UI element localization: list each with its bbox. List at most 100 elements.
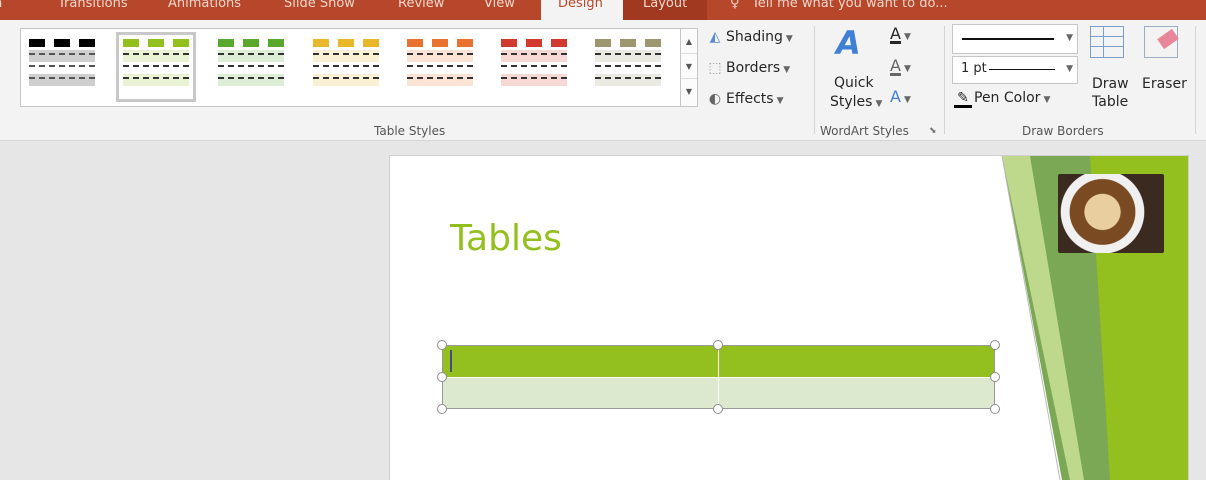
table-style-swatch[interactable] [501, 39, 567, 95]
swatch-row-line [218, 65, 284, 67]
resize-handle[interactable] [437, 372, 447, 382]
table-style-swatch[interactable] [29, 39, 95, 95]
paint-bucket-icon: ◭ [709, 29, 721, 45]
gallery-more-icon[interactable]: ▼ [681, 79, 697, 104]
tab-layout-label: Layout [643, 0, 688, 11]
gallery-scrollbar[interactable]: ▲ ▼ ▼ [680, 28, 698, 107]
tab-view[interactable]: View [484, 0, 515, 11]
swatch-band [123, 50, 189, 62]
swatch-band [123, 74, 189, 86]
swatch-row-line [123, 77, 189, 79]
chevron-down-icon: ▼ [903, 32, 911, 42]
swatch-row-line [123, 53, 189, 55]
draw-borders-group-label: Draw Borders [1022, 124, 1104, 138]
borders-label: Borders [726, 60, 781, 76]
gallery-scroll-up-icon[interactable]: ▲ [681, 29, 697, 54]
swatch-header-row [595, 39, 661, 47]
tab-animations[interactable]: Animations [168, 0, 241, 11]
tab-review[interactable]: Review [398, 0, 444, 11]
tab-transitions[interactable]: Transitions [58, 0, 128, 11]
resize-handle[interactable] [713, 340, 723, 350]
resize-handle[interactable] [990, 404, 1000, 414]
tab-layout[interactable]: Layout [623, 0, 707, 20]
resize-handle[interactable] [990, 340, 1000, 350]
swatch-band [595, 62, 661, 74]
quick-styles-button[interactable]: A Quick Styles ▼ [828, 24, 882, 118]
swatch-band [123, 62, 189, 74]
ribbon-tab-strip: n Transitions Animations Slide Show Revi… [0, 0, 1206, 20]
resize-handle[interactable] [437, 340, 447, 350]
table-style-swatch[interactable] [116, 32, 196, 102]
borders-icon: ⬚ [708, 60, 722, 76]
resize-handle[interactable] [713, 404, 723, 414]
swatch-header-row [218, 39, 284, 47]
table-selection-frame [442, 345, 995, 409]
swatch-row-line [407, 77, 473, 79]
chevron-down-icon: ▼ [785, 34, 793, 44]
swatch-header-row [407, 39, 473, 47]
dialog-launcher-icon[interactable]: ⬊ [929, 126, 937, 136]
draw-table-button[interactable]: Draw Table [1084, 26, 1134, 118]
swatch-band [407, 74, 473, 86]
shading-button[interactable]: ◭ Shading ▼ [706, 29, 793, 45]
table-style-swatch[interactable] [313, 39, 379, 95]
swatch-row-line [595, 77, 661, 79]
tab-slide-show[interactable]: Slide Show [284, 0, 355, 11]
coffee-cup-picture[interactable] [1058, 174, 1164, 253]
table-style-swatch[interactable] [595, 39, 661, 95]
swatch-row-line [595, 53, 661, 55]
group-divider [944, 26, 945, 134]
group-divider [814, 26, 815, 134]
swatch-band [29, 62, 95, 74]
swatch-band [595, 74, 661, 86]
eraser-button[interactable]: Eraser [1138, 26, 1188, 118]
pen-color-button[interactable]: ✎ Pen Color ▼ [954, 90, 1050, 108]
swatch-row-line [407, 53, 473, 55]
chevron-down-icon: ▼ [903, 64, 911, 74]
effects-button[interactable]: ◐ Effects ▼ [706, 91, 784, 107]
swatch-band [407, 50, 473, 62]
table-style-swatch[interactable] [218, 39, 284, 95]
borders-button[interactable]: ⬚ Borders ▼ [706, 60, 790, 76]
quick-styles-label-2: Styles [830, 94, 873, 110]
slide-canvas[interactable]: Tables [389, 155, 1189, 480]
chevron-down-icon: ▼ [776, 96, 784, 106]
swatch-row-line [123, 65, 189, 67]
wordart-group-label: WordArt Styles [820, 124, 909, 138]
group-divider [1195, 26, 1196, 134]
swatch-header-row [501, 39, 567, 47]
pen-weight-dropdown[interactable]: 1 pt ▼ [952, 56, 1078, 84]
effects-icon: ◐ [708, 91, 722, 107]
effects-label: Effects [726, 91, 774, 107]
swatch-band [407, 62, 473, 74]
slide-title[interactable]: Tables [450, 218, 562, 259]
tab-design[interactable]: Design [541, 0, 623, 20]
lightbulb-icon: ♀ [730, 0, 740, 11]
draw-table-label-2: Table [1092, 94, 1129, 110]
swatch-row-line [407, 65, 473, 67]
swatch-band [218, 74, 284, 86]
pen-style-dropdown[interactable]: ▼ [952, 24, 1078, 54]
swatch-band [29, 50, 95, 62]
gallery-scroll-down-icon[interactable]: ▼ [681, 54, 697, 79]
line-style-sample [962, 38, 1054, 40]
table-styles-gallery [20, 28, 681, 107]
pen-weight-value: 1 pt [961, 61, 987, 76]
tell-me-box[interactable]: Tell me what you want to do... [752, 0, 948, 11]
swatch-header-row [123, 39, 189, 47]
ribbon: ▲ ▼ ▼ ◭ Shading ▼ ⬚ Borders ▼ ◐ Effects ▼ Tabl… [0, 20, 1206, 141]
tab-edge-label[interactable]: n [0, 0, 2, 11]
chevron-down-icon: ▼ [903, 95, 911, 105]
pen-color-icon: ✎ [954, 91, 972, 108]
chevron-down-icon: ▼ [1066, 33, 1073, 43]
resize-handle[interactable] [990, 372, 1000, 382]
table-style-swatch[interactable] [407, 39, 473, 95]
eraser-icon [1144, 26, 1179, 58]
resize-handle[interactable] [437, 404, 447, 414]
text-outline-button[interactable]: A ▼ [890, 56, 911, 75]
table-styles-group-label: Table Styles [374, 124, 446, 138]
swatch-row-line [218, 77, 284, 79]
text-effects-button[interactable]: A ▼ [890, 87, 911, 106]
swatch-band [501, 50, 567, 62]
text-fill-button[interactable]: A ▼ [890, 24, 911, 43]
